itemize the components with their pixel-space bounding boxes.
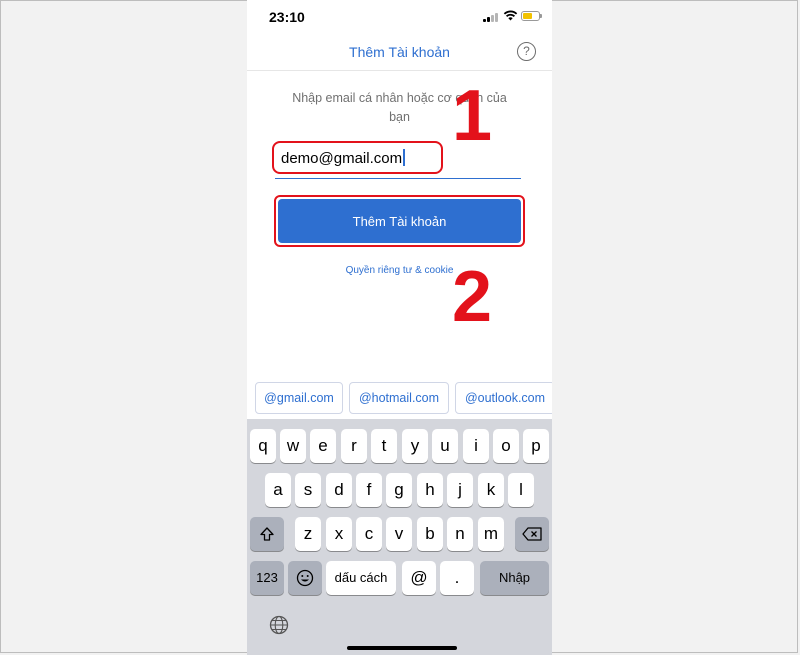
privacy-cookie-link[interactable]: Quyền riêng tư & cookie [247, 265, 552, 276]
delete-key[interactable] [515, 517, 549, 551]
key-o[interactable]: o [493, 429, 519, 463]
help-icon[interactable]: ? [517, 42, 536, 61]
globe-icon[interactable] [269, 615, 289, 635]
key-z[interactable]: z [295, 517, 321, 551]
keyboard: q w e r t y u i o p a s d f g h j k l z … [247, 419, 552, 655]
shift-key[interactable] [250, 517, 284, 551]
add-account-button[interactable]: Thêm Tài khoản [278, 199, 521, 243]
key-c[interactable]: c [356, 517, 382, 551]
suggestion-outlook[interactable]: @outlook.com [455, 382, 552, 414]
shift-icon [260, 527, 274, 541]
numbers-key[interactable]: 123 [250, 561, 284, 595]
key-f[interactable]: f [356, 473, 382, 507]
status-time: 23:10 [269, 9, 305, 25]
key-p[interactable]: p [523, 429, 549, 463]
step-number-2: 2 [452, 257, 493, 337]
email-highlight-box [272, 141, 443, 174]
dot-key[interactable]: . [440, 561, 474, 595]
key-g[interactable]: g [386, 473, 412, 507]
header-bar: Thêm Tài khoản ? [247, 34, 552, 71]
key-x[interactable]: x [326, 517, 352, 551]
key-b[interactable]: b [417, 517, 443, 551]
phone-screen: 23:10 Thêm Tài khoản ? Nhập email cá nhâ… [247, 0, 552, 655]
key-s[interactable]: s [295, 473, 321, 507]
key-i[interactable]: i [463, 429, 489, 463]
suggestion-hotmail[interactable]: @hotmail.com [349, 382, 449, 414]
home-indicator [347, 646, 457, 650]
key-w[interactable]: w [280, 429, 306, 463]
return-key[interactable]: Nhập [480, 561, 549, 595]
key-e[interactable]: e [310, 429, 336, 463]
space-key[interactable]: dấu cách [326, 561, 396, 595]
backspace-icon [522, 527, 542, 541]
key-t[interactable]: t [371, 429, 397, 463]
key-m[interactable]: m [478, 517, 504, 551]
key-n[interactable]: n [447, 517, 473, 551]
key-d[interactable]: d [326, 473, 352, 507]
key-h[interactable]: h [417, 473, 443, 507]
battery-icon [521, 11, 542, 21]
page-title: Thêm Tài khoản [349, 44, 450, 60]
key-y[interactable]: y [402, 429, 428, 463]
emoji-icon [296, 569, 314, 587]
key-j[interactable]: j [447, 473, 473, 507]
key-k[interactable]: k [478, 473, 504, 507]
wifi-icon [503, 10, 518, 21]
key-u[interactable]: u [432, 429, 458, 463]
key-v[interactable]: v [386, 517, 412, 551]
key-l[interactable]: l [508, 473, 534, 507]
emoji-key[interactable] [288, 561, 322, 595]
key-r[interactable]: r [341, 429, 367, 463]
cellular-signal-icon [483, 12, 499, 22]
at-key[interactable]: @ [402, 561, 436, 595]
suggestion-gmail[interactable]: @gmail.com [255, 382, 343, 414]
key-q[interactable]: q [250, 429, 276, 463]
key-a[interactable]: a [265, 473, 291, 507]
status-bar: 23:10 [247, 0, 552, 34]
step-number-1: 1 [452, 76, 493, 156]
